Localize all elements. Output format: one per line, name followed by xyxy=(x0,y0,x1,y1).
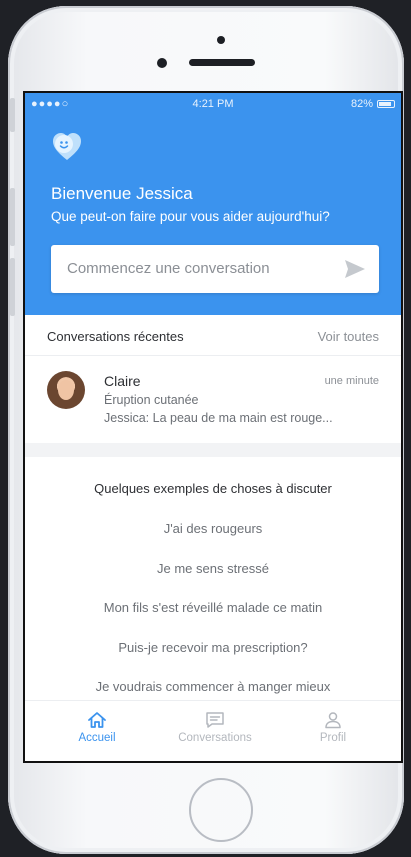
tab-home[interactable]: Accueil xyxy=(47,711,147,744)
app-screen: ●●●●○ 4:21 PM 82% Bienvenue Jessica Que … xyxy=(23,91,403,763)
conversation-preview: Jessica: La peau de ma main est rouge... xyxy=(104,411,333,425)
app-logo-icon xyxy=(53,133,81,160)
example-item[interactable]: Puis-je recevoir ma prescription? xyxy=(25,640,401,655)
earpiece-speaker xyxy=(189,59,255,66)
battery-percent: 82% xyxy=(350,98,373,110)
tab-conversations-label: Conversations xyxy=(178,732,252,744)
see-all-link[interactable]: Voir toutes xyxy=(318,329,379,344)
mute-switch xyxy=(10,98,15,132)
header: ●●●●○ 4:21 PM 82% Bienvenue Jessica Que … xyxy=(25,93,401,315)
conversation-topic: Éruption cutanée xyxy=(104,393,199,407)
examples-section: Quelques exemples de choses à discuter J… xyxy=(25,457,401,707)
avatar xyxy=(47,371,85,409)
proximity-sensor xyxy=(217,36,225,44)
chat-icon xyxy=(206,712,224,728)
recent-conversations: Conversations récentes Voir toutes Clair… xyxy=(25,315,401,443)
start-conversation-input[interactable]: Commencez une conversation xyxy=(51,245,379,293)
example-item[interactable]: J'ai des rougeurs xyxy=(25,521,401,536)
conversation-placeholder: Commencez une conversation xyxy=(67,260,270,277)
profile-icon xyxy=(325,712,341,729)
recent-title: Conversations récentes xyxy=(47,329,184,344)
volume-down-button xyxy=(10,258,15,316)
divider xyxy=(25,355,401,356)
greeting-subtitle: Que peut-on faire pour vous aider aujour… xyxy=(51,209,330,224)
volume-up-button xyxy=(10,188,15,246)
tab-bar: Accueil Conversations Profil xyxy=(25,700,401,761)
send-icon[interactable] xyxy=(343,257,367,281)
example-item[interactable]: Mon fils s'est réveillé malade ce matin xyxy=(25,600,401,615)
front-camera xyxy=(157,58,167,68)
home-button[interactable] xyxy=(189,778,253,842)
examples-title: Quelques exemples de choses à discuter xyxy=(94,481,332,496)
status-bar: ●●●●○ 4:21 PM 82% xyxy=(25,93,401,115)
home-icon xyxy=(88,712,106,728)
contact-name: Claire xyxy=(104,373,141,389)
status-time: 4:21 PM xyxy=(192,98,234,110)
battery-icon xyxy=(377,100,395,108)
example-item[interactable]: Je voudrais commencer à manger mieux xyxy=(25,679,401,694)
tab-home-label: Accueil xyxy=(78,732,116,744)
tab-conversations[interactable]: Conversations xyxy=(165,711,265,744)
conversation-time: une minute xyxy=(324,375,379,387)
example-item[interactable]: Je me sens stressé xyxy=(25,561,401,576)
tab-profile-label: Profil xyxy=(319,732,347,744)
tab-profile[interactable]: Profil xyxy=(283,711,383,744)
greeting-title: Bienvenue Jessica xyxy=(51,184,193,203)
